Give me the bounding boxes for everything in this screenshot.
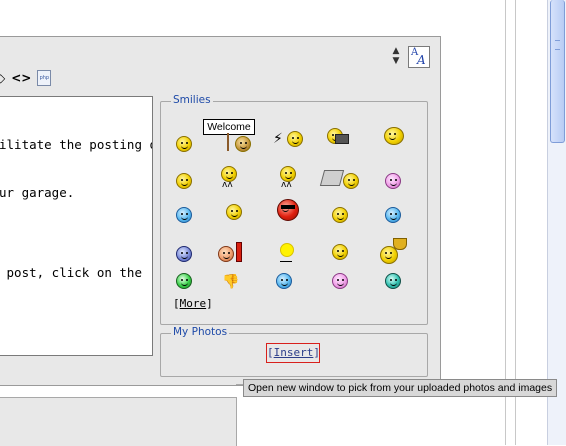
- cool-red-smiley-icon[interactable]: [277, 199, 299, 221]
- camera-icon: [335, 134, 349, 144]
- trophy-icon: [393, 238, 407, 250]
- editor-line: ilitate the posting of: [0, 137, 153, 152]
- resize-updown-icon[interactable]: ▲ ▼: [390, 46, 402, 68]
- editor-line: post, click on the: [0, 265, 142, 280]
- thumbs-up-smiley-icon[interactable]: [276, 273, 292, 289]
- smilies-legend: Smilies: [171, 94, 213, 106]
- devil-smiley-icon[interactable]: [176, 246, 192, 262]
- sign-post: [227, 133, 229, 151]
- smiley-icon[interactable]: [176, 136, 192, 152]
- toolbar-fragment-icon[interactable]: ◇: [0, 71, 5, 85]
- html-code-button[interactable]: <>: [11, 71, 31, 85]
- more-smilies-label: More: [179, 297, 207, 310]
- grin-smiley-icon[interactable]: [176, 273, 192, 289]
- php-button[interactable]: php: [37, 70, 52, 86]
- underscore-icon: [280, 261, 292, 262]
- blue-smiley-icon[interactable]: [385, 207, 401, 223]
- dizzy-smiley-icon[interactable]: [332, 244, 348, 260]
- trumpet-smiley-icon[interactable]: [226, 204, 242, 220]
- dancing-smiley-icon[interactable]: [287, 131, 303, 147]
- scrollbar-thumb[interactable]: [550, 0, 565, 143]
- editor-toolbar-row: ◇ <> php: [0, 70, 52, 86]
- welcome-sign-text: Welcome: [207, 121, 251, 133]
- rock-icon: [319, 170, 345, 186]
- pink-smiley-icon[interactable]: [385, 173, 401, 189]
- half-smiley-icon[interactable]: [385, 273, 401, 289]
- insert-tooltip: Open new window to pick from your upload…: [243, 379, 558, 397]
- font-size-button[interactable]: A A: [408, 46, 430, 68]
- insert-photo-link[interactable]: [Insert]: [266, 343, 320, 363]
- thermometer-smiley-icon[interactable]: [218, 246, 234, 262]
- zigzag-icon: ⚡: [273, 131, 283, 147]
- sunglasses-icon: [281, 205, 295, 209]
- laughing-smiley-icon[interactable]: [384, 127, 404, 145]
- lightbulb-icon[interactable]: [280, 243, 294, 257]
- toolbar-right: ▲ ▼ A A: [390, 46, 430, 70]
- more-smilies-link[interactable]: [More]: [173, 297, 213, 310]
- smiley-icon[interactable]: [176, 173, 192, 189]
- my-photos-legend: My Photos: [171, 326, 230, 338]
- php-label: php: [39, 75, 50, 81]
- message-textarea[interactable]: ilitate the posting of ur garage. post, …: [0, 96, 153, 356]
- blush-smiley-icon[interactable]: [332, 273, 348, 289]
- crying-smiley-icon[interactable]: [176, 207, 192, 223]
- welcome-smiley-icon[interactable]: [235, 136, 251, 152]
- thermometer-icon: [236, 242, 242, 262]
- insert-photo-label: Insert: [273, 346, 314, 359]
- editor-line: ur garage.: [0, 185, 75, 200]
- waving-smiley-icon[interactable]: [332, 207, 348, 223]
- font-size-glyph-icon: A: [417, 53, 426, 67]
- pacman-smiley-icon[interactable]: [343, 173, 359, 189]
- thumbs-down-icon[interactable]: 👎: [222, 274, 239, 290]
- scrollbar-grip-icon: [555, 40, 560, 50]
- smiley-legs-icon: ʌʌ: [281, 180, 292, 190]
- smiley-legs-icon: ʌʌ: [222, 180, 233, 190]
- bottom-panel: [0, 397, 237, 446]
- welcome-sign-icon[interactable]: Welcome: [203, 119, 255, 135]
